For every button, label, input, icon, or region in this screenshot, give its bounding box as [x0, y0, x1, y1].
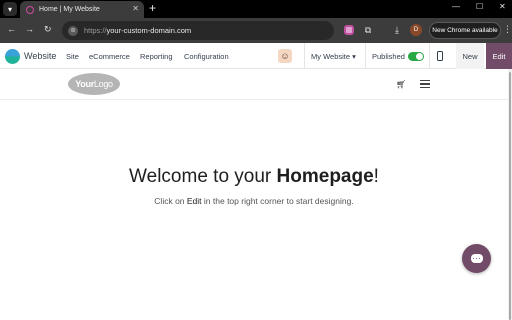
website-app-icon[interactable]: [5, 49, 20, 64]
new-button[interactable]: New: [456, 43, 484, 69]
published-label: Published: [372, 52, 405, 61]
published-toggle[interactable]: [408, 52, 424, 61]
tab-title: Home | My Website: [39, 6, 100, 13]
arrow-right-icon[interactable]: →: [25, 24, 34, 34]
browser-tab[interactable]: Home | My Website ✕: [20, 1, 144, 18]
caret-down-icon: ▾: [352, 52, 356, 61]
divider: [365, 43, 366, 69]
reload-icon[interactable]: ↻: [44, 24, 52, 35]
close-icon[interactable]: ✕: [132, 4, 139, 13]
browser-toolbar: ← → ↻ ⊜ https://your-custom-domain.com ⧉…: [0, 18, 512, 43]
maximize-icon[interactable]: ☐: [476, 2, 483, 11]
puzzle-icon[interactable]: ⧉: [362, 24, 374, 36]
divider: [429, 43, 430, 69]
hero-subtitle: Click on Edit in the top right corner to…: [154, 196, 354, 206]
odoo-navbar: Website Site eCommerce Reporting Configu…: [0, 43, 512, 69]
address-bar[interactable]: ⊜ https://your-custom-domain.com: [62, 21, 334, 40]
close-window-icon[interactable]: ✕: [499, 2, 506, 11]
update-chrome-button[interactable]: New Chrome available: [429, 22, 501, 39]
hamburger-icon[interactable]: [420, 80, 430, 88]
chevron-down-icon[interactable]: ▾: [3, 2, 17, 16]
new-tab-button[interactable]: +: [149, 1, 156, 15]
menu-ecommerce[interactable]: eCommerce: [89, 52, 130, 61]
site-info-icon[interactable]: ⊜: [68, 25, 78, 36]
chat-button[interactable]: [462, 244, 491, 273]
profile-avatar[interactable]: D: [410, 24, 422, 36]
menu-reporting[interactable]: Reporting: [140, 52, 173, 61]
minimize-icon[interactable]: —: [452, 2, 460, 11]
tab-favicon-icon: [26, 5, 34, 14]
browser-tab-strip: ▾ Home | My Website ✕ + — ☐ ✕: [0, 0, 512, 18]
chat-icon: [470, 254, 483, 263]
menu-site[interactable]: Site: [66, 52, 79, 61]
extension-icon[interactable]: [343, 24, 355, 36]
menu-configuration[interactable]: Configuration: [184, 52, 229, 61]
user-avatar[interactable]: ☺: [278, 49, 292, 63]
site-logo[interactable]: Your Logo: [68, 73, 120, 95]
app-name[interactable]: Website: [24, 51, 56, 61]
browser-menu-icon[interactable]: ⋮: [503, 24, 512, 35]
mobile-preview-icon[interactable]: [437, 51, 443, 61]
download-icon[interactable]: ⤓: [391, 24, 403, 36]
arrow-left-icon[interactable]: ←: [7, 24, 16, 34]
website-header: Your Logo 🛒︎: [0, 69, 508, 100]
divider: [304, 43, 305, 69]
website-switcher[interactable]: My Website ▾: [311, 52, 356, 61]
cart-icon[interactable]: 🛒︎: [396, 80, 406, 89]
url-text: https://your-custom-domain.com: [84, 26, 192, 35]
scrollbar-thumb[interactable]: [509, 72, 511, 320]
hero-title: Welcome to your Homepage!: [129, 166, 379, 187]
edit-button[interactable]: Edit: [486, 43, 512, 69]
